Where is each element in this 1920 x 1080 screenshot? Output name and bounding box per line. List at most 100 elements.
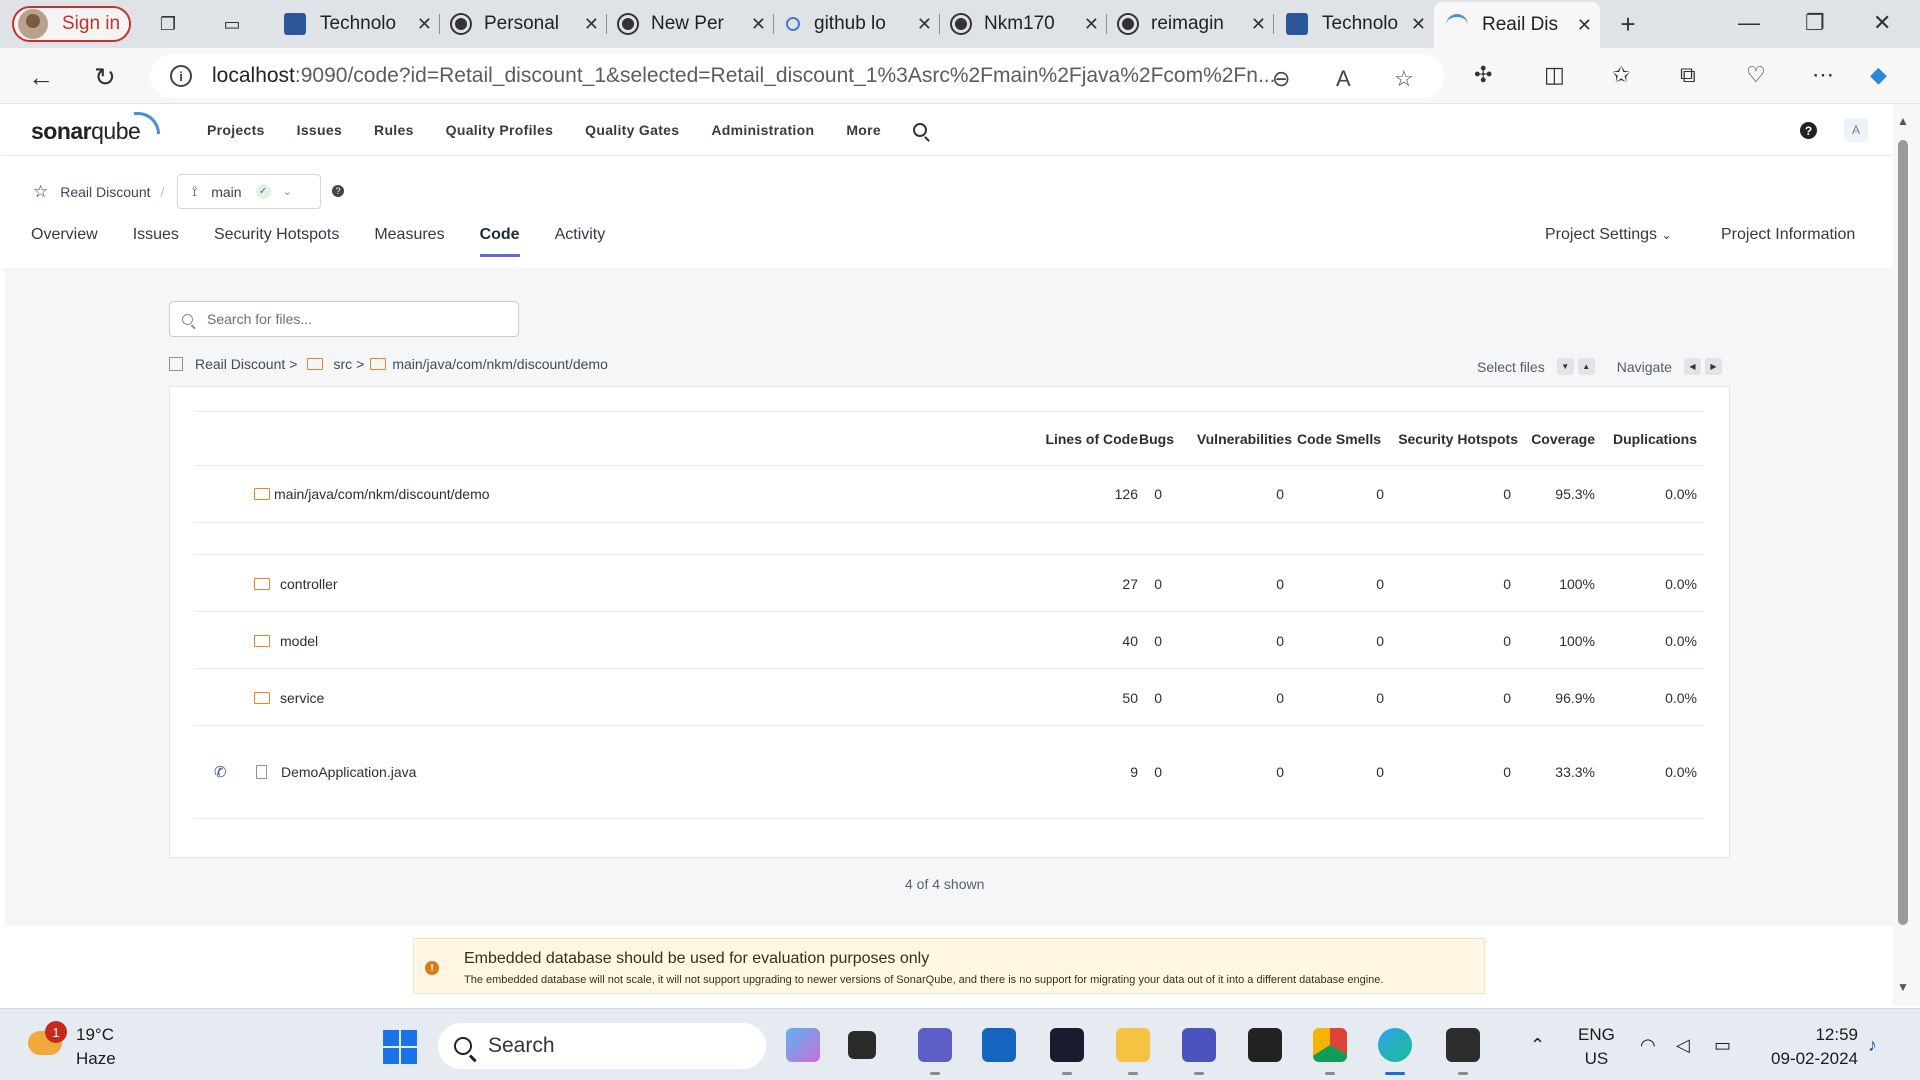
close-tab-icon[interactable]: ✕ bbox=[1251, 14, 1266, 35]
branch-selector[interactable]: ⟟ main ✓ ⌄ bbox=[177, 174, 321, 209]
refresh-icon[interactable]: ↻ bbox=[94, 62, 116, 93]
back-icon[interactable]: ← bbox=[28, 62, 54, 93]
start-button-icon[interactable] bbox=[383, 1030, 417, 1064]
taskbar-search[interactable]: Search bbox=[438, 1023, 766, 1069]
close-tab-icon[interactable]: ✕ bbox=[1577, 15, 1592, 36]
tab-overview[interactable]: Overview bbox=[31, 226, 98, 257]
browser-tab[interactable]: Personal ✕ bbox=[440, 4, 607, 44]
terminal-icon[interactable] bbox=[1446, 1028, 1480, 1075]
tab-actions-icon[interactable]: ▭ bbox=[220, 12, 244, 36]
battery-icon[interactable]: ▭ bbox=[1714, 1035, 1731, 1056]
copilot-app-icon[interactable] bbox=[786, 1028, 820, 1062]
scrollbar-thumb[interactable] bbox=[1898, 140, 1908, 925]
tab-activity[interactable]: Activity bbox=[555, 226, 606, 257]
tab-issues[interactable]: Issues bbox=[133, 226, 179, 257]
workspaces-icon[interactable]: ❐ bbox=[156, 12, 180, 36]
chrome-icon[interactable] bbox=[1313, 1028, 1347, 1075]
browser-tab[interactable]: github lo ✕ bbox=[774, 4, 940, 44]
input-language[interactable]: ENG US bbox=[1578, 1023, 1615, 1071]
profile-signin-button[interactable]: Sign in bbox=[12, 6, 131, 42]
file-explorer-icon[interactable] bbox=[1116, 1028, 1150, 1075]
browser-tab[interactable]: reimagin ✕ bbox=[1107, 4, 1274, 44]
tab-security-hotspots[interactable]: Security Hotspots bbox=[214, 226, 339, 257]
browser-tab[interactable]: Technolo ✕ bbox=[272, 4, 440, 44]
close-tab-icon[interactable]: ✕ bbox=[417, 14, 432, 35]
nav-quality-gates[interactable]: Quality Gates bbox=[585, 122, 679, 138]
browser-tab[interactable]: Technolo ✕ bbox=[1274, 4, 1434, 44]
minimize-icon[interactable]: — bbox=[1738, 10, 1760, 36]
browser-tab-active[interactable]: Reail Dis ✕ bbox=[1434, 2, 1600, 48]
mail-icon[interactable] bbox=[982, 1028, 1016, 1062]
read-aloud-icon[interactable]: A bbox=[1336, 66, 1351, 92]
crumb-src[interactable]: src bbox=[333, 356, 352, 372]
url-text[interactable]: localhost:9090/code?id=Retail_discount_1… bbox=[212, 64, 1275, 88]
project-name-link[interactable]: Reail Discount bbox=[60, 184, 150, 200]
project-information-link[interactable]: Project Information bbox=[1721, 226, 1855, 244]
new-tab-icon[interactable]: + bbox=[1616, 9, 1640, 39]
close-tab-icon[interactable]: ✕ bbox=[751, 14, 766, 35]
notifications-bell-icon[interactable]: ♪ bbox=[1868, 1035, 1877, 1056]
close-tab-icon[interactable]: ✕ bbox=[917, 14, 932, 35]
volume-icon[interactable]: ◁ bbox=[1676, 1035, 1690, 1056]
teams-new-icon[interactable] bbox=[1182, 1028, 1216, 1075]
url-field[interactable]: i localhost:9090/code?id=Retail_discount… bbox=[150, 54, 1444, 98]
table-row[interactable]: controller 27 0 0 0 0 100% 0.0% bbox=[194, 555, 1704, 612]
favorites-icon[interactable]: ✩ bbox=[1612, 62, 1630, 88]
favorite-star-icon[interactable]: ☆ bbox=[33, 182, 48, 202]
table-row[interactable]: ✆ DemoApplication.java 9 0 0 0 0 33.3% 0… bbox=[194, 726, 1704, 819]
browser-essentials-icon[interactable]: ♡ bbox=[1746, 62, 1766, 88]
favorite-star-icon[interactable]: ☆ bbox=[1394, 66, 1414, 92]
table-row[interactable]: service 50 0 0 0 0 96.9% 0.0% bbox=[194, 669, 1704, 726]
table-row[interactable]: model 40 0 0 0 0 100% 0.0% bbox=[194, 612, 1704, 669]
teams-icon[interactable] bbox=[918, 1028, 952, 1075]
split-screen-icon[interactable]: ◫ bbox=[1544, 62, 1565, 88]
address-bar-row: ← ↻ i localhost:9090/code?id=Retail_disc… bbox=[0, 48, 1920, 104]
more-menu-icon[interactable]: ⋯ bbox=[1812, 62, 1834, 88]
help-icon[interactable]: ? bbox=[1800, 122, 1817, 139]
copilot-icon[interactable]: ◆ bbox=[1870, 62, 1887, 88]
close-window-icon[interactable]: ✕ bbox=[1873, 10, 1891, 36]
scroll-up-icon[interactable]: ▲ bbox=[1897, 114, 1909, 128]
nav-more[interactable]: More bbox=[846, 122, 881, 138]
nav-rules[interactable]: Rules bbox=[374, 122, 414, 138]
user-avatar[interactable]: A bbox=[1844, 118, 1868, 142]
browser-tab[interactable]: Nkm170 ✕ bbox=[940, 4, 1107, 44]
file-search-input[interactable]: Search for files... bbox=[169, 301, 519, 337]
browser-tab-strip: Sign in ❐ ▭ Technolo ✕ Personal ✕ New Pe… bbox=[0, 0, 1920, 48]
system-clock[interactable]: 12:59 09-02-2024 bbox=[1762, 1023, 1858, 1071]
wifi-icon[interactable]: ◠ bbox=[1640, 1035, 1656, 1056]
tab-code[interactable]: Code bbox=[479, 226, 520, 257]
extensions-icon[interactable]: ✣ bbox=[1474, 62, 1492, 88]
dir-link[interactable]: service bbox=[254, 690, 324, 706]
file-link[interactable]: DemoApplication.java bbox=[256, 764, 416, 780]
site-info-icon[interactable]: i bbox=[170, 65, 192, 87]
intellij-icon[interactable] bbox=[1050, 1028, 1084, 1075]
nav-administration[interactable]: Administration bbox=[711, 122, 814, 138]
global-search-icon[interactable] bbox=[912, 123, 927, 137]
dir-link[interactable]: controller bbox=[254, 576, 338, 592]
sticky-notes-icon[interactable] bbox=[1248, 1028, 1282, 1062]
zoom-icon[interactable]: ⊖ bbox=[1272, 66, 1290, 92]
tab-measures[interactable]: Measures bbox=[374, 226, 444, 257]
pin-icon[interactable]: ✆ bbox=[214, 763, 227, 781]
close-tab-icon[interactable]: ✕ bbox=[1084, 14, 1099, 35]
restore-icon[interactable]: ❐ bbox=[1805, 10, 1825, 36]
show-hidden-icons-icon[interactable]: ⌃ bbox=[1530, 1035, 1545, 1056]
nav-projects[interactable]: Projects bbox=[207, 122, 265, 138]
search-icon bbox=[786, 17, 800, 31]
page-scrollbar[interactable]: ▲ ▼ bbox=[1893, 104, 1920, 1006]
branch-help-icon[interactable]: ? bbox=[332, 185, 344, 197]
browser-tab[interactable]: New Per ✕ bbox=[607, 4, 774, 44]
collections-icon[interactable]: ⧉ bbox=[1680, 62, 1696, 88]
sonarqube-logo[interactable]: sonarqube bbox=[31, 112, 161, 145]
crumb-project[interactable]: Reail Discount bbox=[195, 356, 285, 372]
project-settings-menu[interactable]: Project Settings ⌄ bbox=[1545, 226, 1672, 244]
scroll-down-icon[interactable]: ▼ bbox=[1897, 980, 1909, 994]
edge-icon[interactable] bbox=[1378, 1028, 1412, 1075]
nav-quality-profiles[interactable]: Quality Profiles bbox=[446, 122, 554, 138]
close-tab-icon[interactable]: ✕ bbox=[1411, 14, 1426, 35]
task-view-app-icon[interactable] bbox=[848, 1031, 876, 1059]
close-tab-icon[interactable]: ✕ bbox=[584, 14, 599, 35]
dir-link[interactable]: model bbox=[254, 633, 318, 649]
nav-issues[interactable]: Issues bbox=[297, 122, 342, 138]
